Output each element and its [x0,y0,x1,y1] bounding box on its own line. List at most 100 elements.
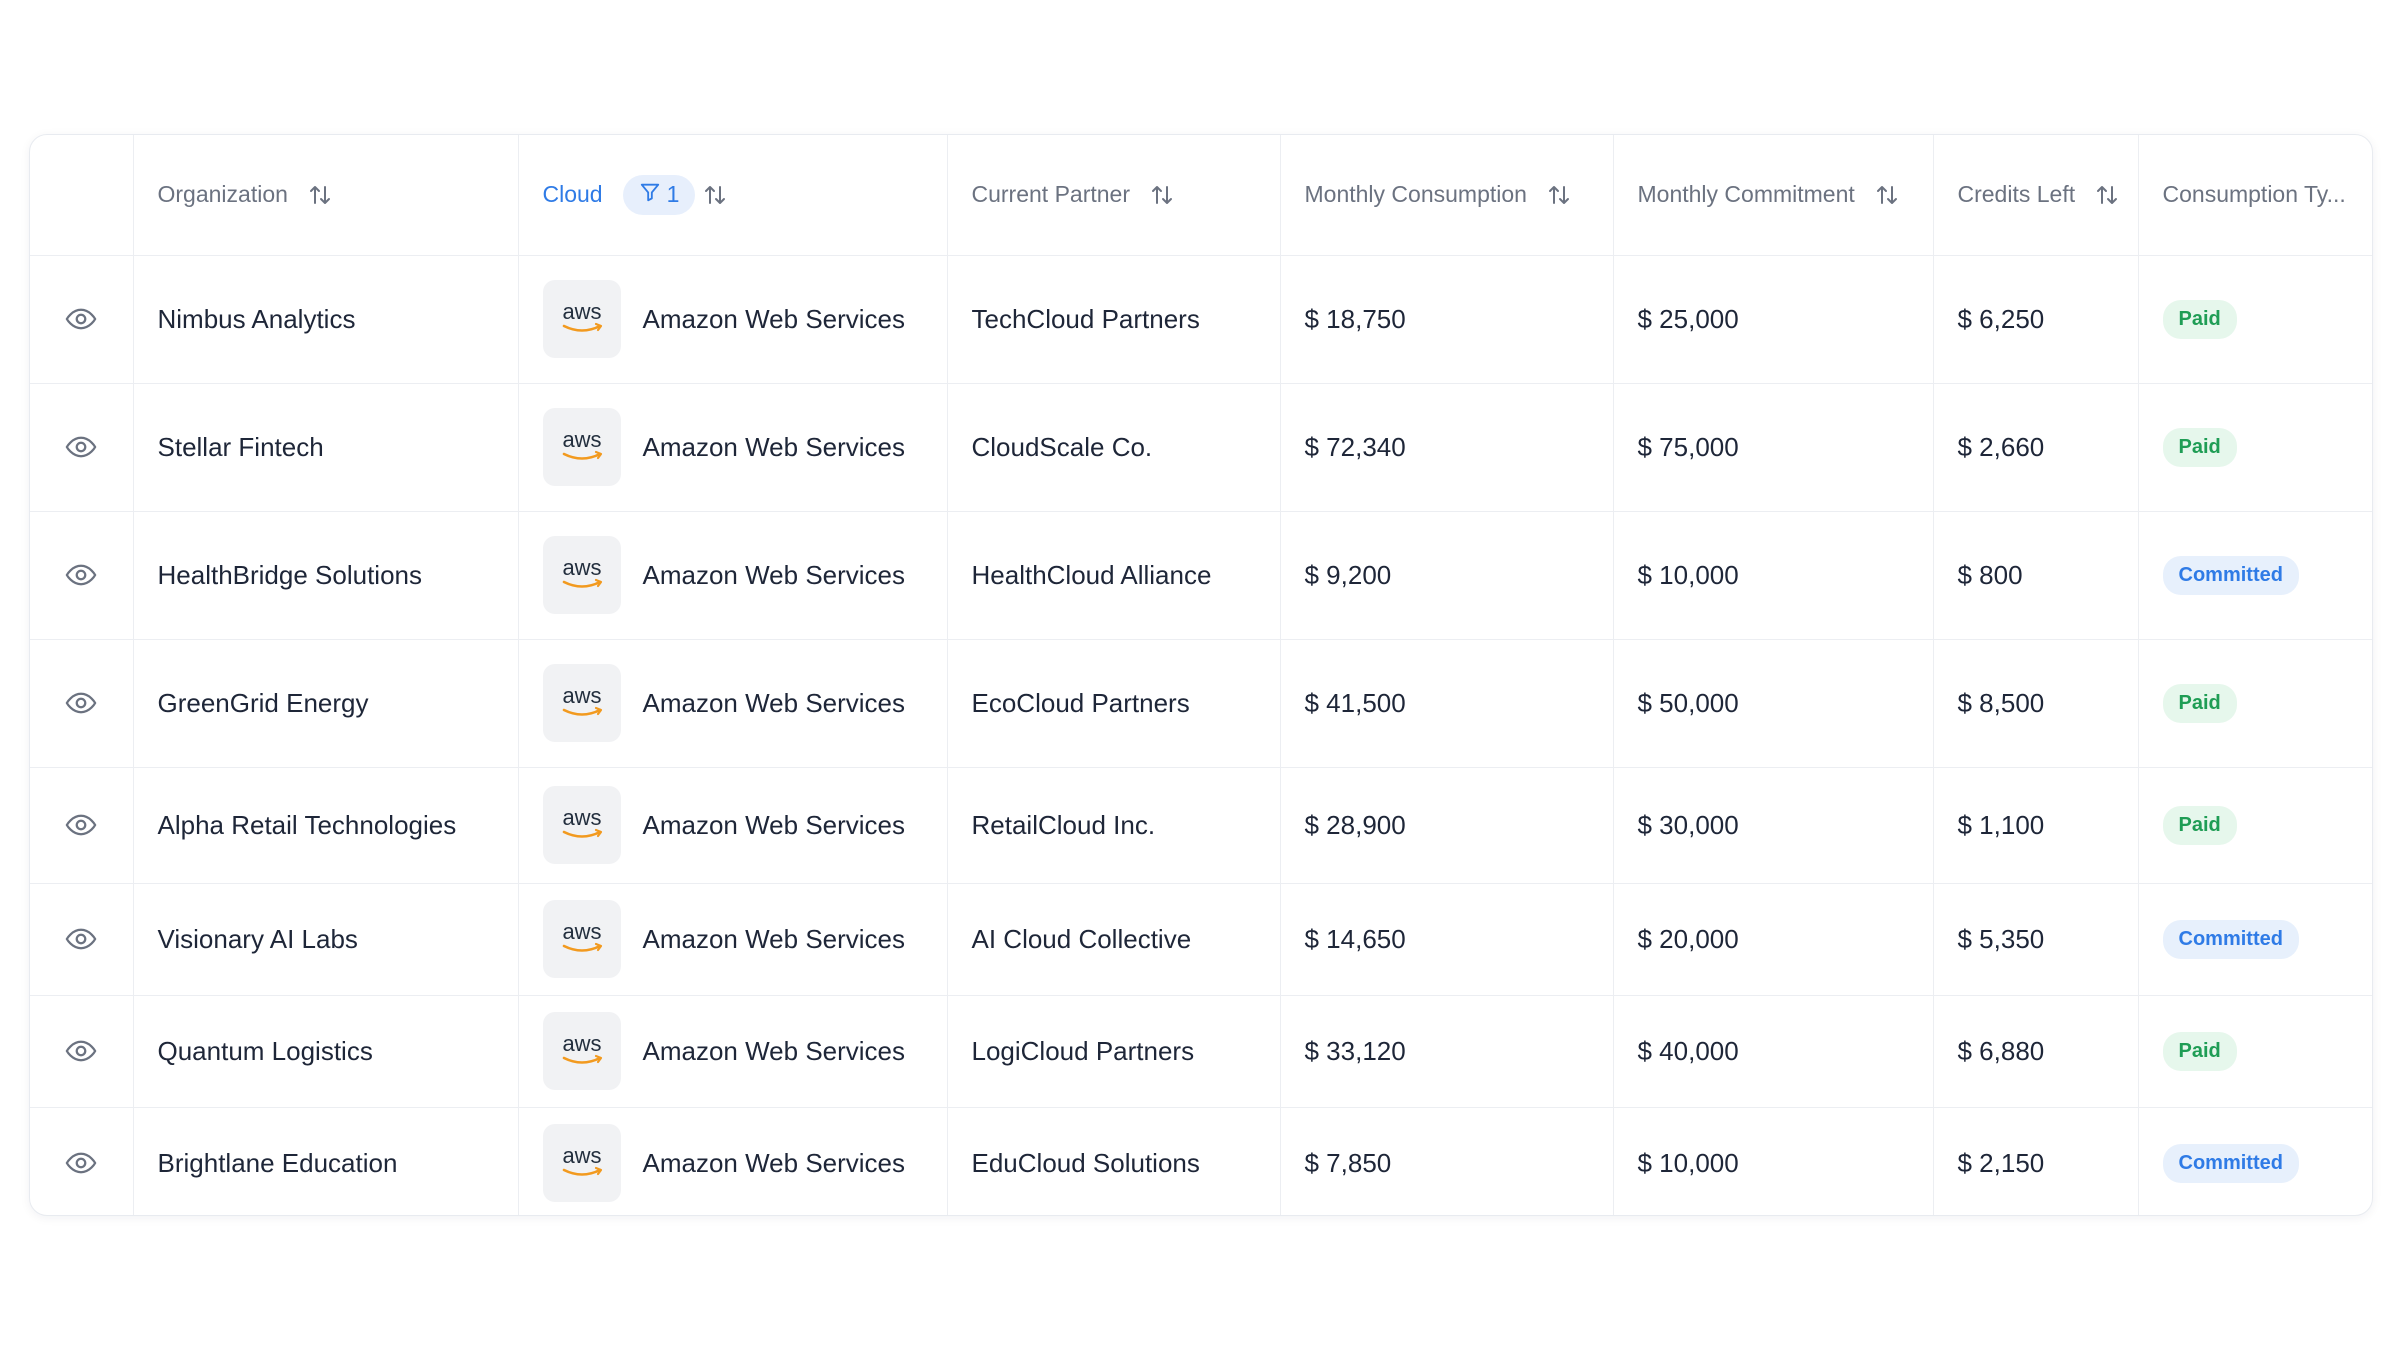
cloud-filter-badge[interactable]: 1 [622,174,696,215]
monthly-consumption-value: $ 41,500 [1304,687,1406,718]
eye-icon[interactable] [30,1146,132,1180]
cloud-cell: aws Amazon Web Services [518,639,948,768]
eye-icon[interactable] [30,430,132,464]
header-row: Organization Cloud 1 Current Partner Mon… [30,135,2372,256]
sort-arrows-icon[interactable] [1547,183,1571,207]
commitment-cell: $ 30,000 [1613,767,1934,884]
header-current-partner[interactable]: Current Partner [947,135,1281,256]
partner-cell: EduCloud Solutions [947,1107,1281,1215]
header-cloud-label: Cloud [542,181,603,208]
header-monthly-commitment[interactable]: Monthly Commitment [1613,135,1934,256]
organization-cell: HealthBridge Solutions [133,511,519,640]
sort-arrows-icon[interactable] [703,183,727,207]
aws-logo-text: aws [562,805,601,830]
eye-icon[interactable] [30,922,132,956]
consumption-cell: $ 18,750 [1280,255,1614,384]
eye-icon[interactable] [30,686,132,720]
partner-name: LogiCloud Partners [971,1035,1195,1066]
consumption-cell: $ 7,850 [1280,1107,1614,1215]
commitment-cell: $ 50,000 [1613,639,1934,768]
header-credits-left[interactable]: Credits Left [1933,135,2139,256]
sort-arrows-icon[interactable] [1150,183,1174,207]
credits-cell: $ 2,150 [1933,1107,2139,1215]
table-row[interactable]: Alpha Retail Technologies aws Amazon Web… [30,767,2372,884]
consumption-type-cell: Paid [2138,767,2372,884]
credits-left-value: $ 1,100 [1957,809,2045,840]
monthly-consumption-value: $ 18,750 [1304,303,1406,334]
view-cell [30,639,134,768]
consumption-cell: $ 14,650 [1280,883,1614,996]
view-cell [30,883,134,996]
partner-cell: RetailCloud Inc. [947,767,1281,884]
partner-cell: AI Cloud Collective [947,883,1281,996]
header-organization[interactable]: Organization [133,135,519,256]
eye-icon[interactable] [30,558,132,592]
cloud-name: Amazon Web Services [642,923,906,954]
cloud-filter-count: 1 [666,181,680,208]
cloud-name: Amazon Web Services [642,687,906,718]
consumption-type-cell: Paid [2138,995,2372,1108]
credits-left-value: $ 6,880 [1957,1035,2045,1066]
partner-cell: TechCloud Partners [947,255,1281,384]
header-current-partner-label: Current Partner [971,181,1131,208]
consumption-type-cell: Paid [2138,383,2372,512]
status-badge: Paid [2162,1031,2237,1071]
header-monthly-consumption[interactable]: Monthly Consumption [1280,135,1614,256]
table-row[interactable]: Visionary AI Labs aws Amazon Web Service… [30,883,2372,996]
table-row[interactable]: GreenGrid Energy aws Amazon Web Services… [30,639,2372,768]
credits-left-value: $ 2,660 [1957,431,2045,462]
organization-cell: Alpha Retail Technologies [133,767,519,884]
commitment-cell: $ 75,000 [1613,383,1934,512]
credits-left-value: $ 6,250 [1957,303,2045,334]
organization-cell: Nimbus Analytics [133,255,519,384]
eye-icon[interactable] [30,302,132,336]
eye-icon[interactable] [30,1034,132,1068]
aws-logo-text: aws [562,919,601,944]
organization-name: HealthBridge Solutions [157,559,423,590]
accounts-table-card: Organization Cloud 1 Current Partner Mon… [29,134,2373,1216]
status-badge: Paid [2162,427,2237,467]
monthly-consumption-value: $ 33,120 [1304,1035,1406,1066]
partner-name: EduCloud Solutions [971,1147,1200,1178]
header-monthly-commitment-label: Monthly Commitment [1637,181,1855,208]
aws-logo-text: aws [562,555,601,580]
cloud-cell: aws Amazon Web Services [518,995,948,1108]
sort-arrows-icon[interactable] [308,183,332,207]
header-monthly-consumption-label: Monthly Consumption [1304,181,1527,208]
sort-arrows-icon[interactable] [2095,183,2119,207]
monthly-commitment-value: $ 20,000 [1637,923,1739,954]
credits-cell: $ 6,880 [1933,995,2139,1108]
monthly-consumption-value: $ 28,900 [1304,809,1406,840]
table-row[interactable]: HealthBridge Solutions aws Amazon Web Se… [30,511,2372,640]
cloud-cell: aws Amazon Web Services [518,883,948,996]
consumption-cell: $ 72,340 [1280,383,1614,512]
sort-arrows-icon[interactable] [1875,183,1899,207]
monthly-consumption-value: $ 14,650 [1304,923,1406,954]
table-row[interactable]: Stellar Fintech aws Amazon Web Services … [30,383,2372,512]
credits-left-value: $ 800 [1957,559,2023,590]
monthly-commitment-value: $ 50,000 [1637,687,1739,718]
cloud-name: Amazon Web Services [642,303,906,334]
header-view-column [30,135,134,256]
view-cell [30,511,134,640]
table-row[interactable]: Brightlane Education aws Amazon Web Serv… [30,1107,2372,1215]
status-badge: Committed [2162,919,2299,959]
organization-name: Stellar Fintech [157,431,324,462]
view-cell [30,767,134,884]
aws-logo-text: aws [562,1031,601,1056]
eye-icon[interactable] [30,808,132,842]
organization-cell: Brightlane Education [133,1107,519,1215]
consumption-type-cell: Committed [2138,511,2372,640]
monthly-commitment-value: $ 25,000 [1637,303,1739,334]
consumption-type-cell: Paid [2138,639,2372,768]
cloud-cell: aws Amazon Web Services [518,1107,948,1215]
table-row[interactable]: Nimbus Analytics aws Amazon Web Services… [30,255,2372,384]
view-cell [30,383,134,512]
aws-logo: aws [542,1012,621,1090]
partner-name: AI Cloud Collective [971,923,1192,954]
consumption-cell: $ 41,500 [1280,639,1614,768]
table-body: Nimbus Analytics aws Amazon Web Services… [30,255,2372,1215]
header-consumption-type[interactable]: Consumption Ty... [2138,135,2372,256]
header-cloud[interactable]: Cloud 1 [518,135,948,256]
table-row[interactable]: Quantum Logistics aws Amazon Web Service… [30,995,2372,1108]
